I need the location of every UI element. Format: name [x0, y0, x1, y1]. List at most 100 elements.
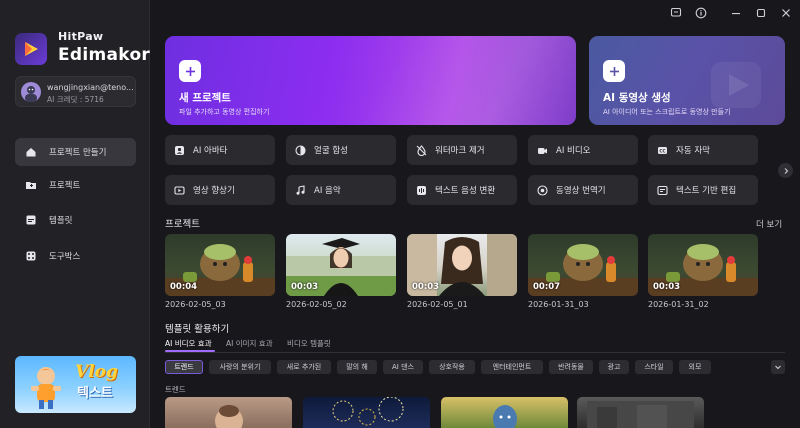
user-email: wangjingxian@teno...	[47, 83, 133, 92]
music-icon	[295, 184, 306, 196]
projects-section-title: 프로젝트	[165, 219, 200, 230]
close-icon[interactable]	[780, 7, 792, 19]
template-card-3[interactable]	[441, 397, 568, 428]
tool-label: 텍스트 음성 변환	[435, 186, 496, 196]
tool-video-translator[interactable]: 동영상 번역기	[528, 175, 638, 205]
project-thumbnail-2[interactable]: 00:03	[286, 234, 396, 296]
chip-appearance[interactable]: 외모	[679, 360, 711, 374]
tab-ai-video-effects[interactable]: AI 비디오 효과	[165, 338, 212, 349]
sidebar-item-projects[interactable]: 프로젝트	[15, 171, 136, 199]
tab-divider	[165, 352, 785, 353]
chip-year-of-horse[interactable]: 말의 해	[337, 360, 377, 374]
feedback-icon[interactable]	[670, 7, 682, 19]
trend-row-label: 트렌드	[165, 385, 186, 394]
tool-label: 텍스트 기반 편집	[676, 186, 737, 196]
template-card-4[interactable]	[577, 397, 704, 428]
project-thumbnail-1[interactable]: 00:04	[165, 234, 275, 296]
see-more-link[interactable]: 더 보기	[756, 218, 782, 230]
chip-pets[interactable]: 반려동물	[549, 360, 593, 374]
subtitle-icon: CC	[657, 145, 668, 156]
project-duration: 00:07	[533, 282, 561, 292]
tool-label: AI 아바타	[193, 146, 228, 156]
chip-trend[interactable]: 트렌드	[165, 360, 203, 374]
avatar-icon	[174, 145, 185, 156]
sidebar-item-label: 프로젝트	[49, 181, 81, 191]
tool-text-to-speech[interactable]: 텍스트 음성 변환	[407, 175, 517, 205]
project-duration: 00:04	[170, 282, 198, 292]
sidebar-item-toolbox[interactable]: 도구박스	[15, 242, 136, 270]
brand-name-line2: Edimakor	[58, 45, 151, 65]
chip-ai-dance[interactable]: AI 댄스	[383, 360, 423, 374]
template-thumbnail	[587, 401, 694, 428]
tool-label: 동영상 번역기	[556, 186, 606, 196]
tool-label: AI 음악	[314, 186, 341, 196]
tool-ai-avatar[interactable]: AI 아바타	[165, 135, 275, 165]
project-date: 2026-01-31_02	[648, 300, 709, 309]
chip-ads[interactable]: 광고	[599, 360, 629, 374]
face-swap-icon	[295, 144, 306, 156]
chip-expand-button[interactable]	[771, 360, 785, 374]
ai-video-generation-subtitle: AI 아이디어 또는 스크립트로 동영상 만들기	[603, 108, 731, 116]
project-thumbnail-5[interactable]: 00:03	[648, 234, 758, 296]
text-to-speech-icon	[416, 185, 427, 196]
info-icon[interactable]	[695, 7, 707, 19]
plus-icon	[179, 60, 201, 82]
project-duration: 00:03	[653, 282, 681, 292]
watermark-remove-icon	[416, 144, 427, 156]
tool-auto-subtitle[interactable]: CC 자동 자막	[648, 135, 758, 165]
tab-video-templates[interactable]: 비디오 템플릿	[287, 338, 331, 349]
plus-icon	[603, 60, 625, 82]
project-date: 2026-02-05_03	[165, 300, 226, 309]
sidebar-item-create-project[interactable]: 프로젝트 만들기	[15, 138, 136, 166]
sidebar-item-label: 템플릿	[49, 216, 73, 226]
new-project-card[interactable]: 새 프로젝트 파일 추가하고 동영상 편집하기	[165, 36, 576, 125]
template-card-1[interactable]	[165, 397, 292, 428]
sidebar: HitPaw Edimakor wangjingxian@teno... AI …	[0, 0, 150, 428]
project-date: 2026-01-31_03	[528, 300, 589, 309]
sidebar-item-templates[interactable]: 템플릿	[15, 206, 136, 234]
ai-video-generation-card[interactable]: AI 동영상 생성 AI 아이디어 또는 스크립트로 동영상 만들기	[589, 36, 785, 125]
templates-section-title: 템플릿 활용하기	[165, 324, 230, 335]
chip-style[interactable]: 스타일	[635, 360, 673, 374]
user-account-card[interactable]: wangjingxian@teno... AI 크레딧 : 5716	[15, 76, 136, 107]
home-icon	[25, 146, 37, 158]
new-project-title: 새 프로젝트	[179, 92, 231, 104]
tool-video-enhancer[interactable]: 영상 향상기	[165, 175, 275, 205]
project-thumbnail-4[interactable]: 00:07	[528, 234, 638, 296]
project-date: 2026-02-05_02	[286, 300, 347, 309]
svg-text:CC: CC	[659, 148, 665, 153]
tool-face-swap[interactable]: 얼굴 합성	[286, 135, 396, 165]
chip-new[interactable]: 새로 추가된	[277, 360, 331, 374]
minimize-icon[interactable]	[730, 7, 742, 19]
tool-label: 얼굴 합성	[314, 146, 348, 156]
tool-text-based-editing[interactable]: 텍스트 기반 편집	[648, 175, 758, 205]
project-date: 2026-02-05_01	[407, 300, 468, 309]
chip-interaction[interactable]: 상호작용	[429, 360, 475, 374]
template-card-2[interactable]	[303, 397, 430, 428]
tool-ai-video[interactable]: AI 비디오	[528, 135, 638, 165]
chevron-right-icon	[784, 167, 788, 174]
scroll-right-button[interactable]	[778, 163, 793, 178]
ai-video-generation-title: AI 동영상 생성	[603, 92, 671, 104]
app-logo-icon	[15, 33, 47, 65]
template-thumbnail	[215, 405, 243, 428]
project-thumbnail-3[interactable]: 00:03	[407, 234, 517, 296]
ai-video-icon	[537, 145, 548, 156]
tool-label: 영상 향상기	[193, 186, 235, 196]
project-duration: 00:03	[412, 282, 440, 292]
tool-label: 워터마크 제거	[435, 146, 485, 156]
template-thumbnail	[493, 405, 517, 428]
chip-entertainment[interactable]: 엔터테인먼트	[481, 360, 543, 374]
chip-love-mood[interactable]: 사랑의 분위기	[209, 360, 271, 374]
template-icon	[25, 214, 37, 226]
tab-ai-image-effects[interactable]: AI 이미지 효과	[226, 338, 273, 349]
brand-name-line1: HitPaw	[58, 30, 104, 43]
toolbox-icon	[25, 250, 37, 262]
tool-ai-music[interactable]: AI 음악	[286, 175, 396, 205]
tool-watermark-remove[interactable]: 워터마크 제거	[407, 135, 517, 165]
translate-icon	[537, 184, 548, 196]
folder-icon	[25, 179, 37, 191]
vlog-text-promo-banner[interactable]: Vlog 텍스트	[15, 356, 136, 413]
promo-title: Vlog	[75, 362, 118, 382]
maximize-icon[interactable]	[755, 7, 767, 19]
